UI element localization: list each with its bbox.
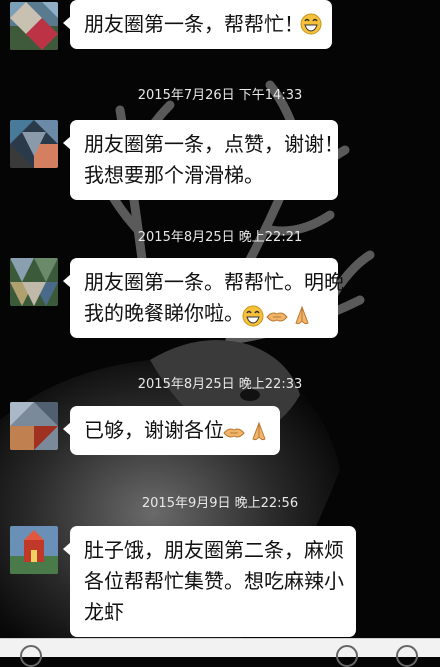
- avatar-image-icon: [10, 120, 58, 168]
- pray-emoji: [252, 421, 266, 441]
- chat-input-bar[interactable]: [0, 638, 440, 667]
- message-text-line: 朋友圈第一条，点赞，谢谢！: [84, 132, 344, 156]
- message-text-line: 肚子饿，朋友圈第二条，麻烦: [84, 538, 344, 562]
- avatar-image-icon: [10, 258, 58, 306]
- message-text-line: 我的晚餐睇你啦。: [84, 301, 244, 325]
- handshake-emoji: [223, 428, 245, 438]
- message-bubble[interactable]: 肚子饿，朋友圈第二条，麻烦 各位帮帮忙集赞。想吃麻辣小 龙虾: [63, 526, 356, 637]
- message-timestamp: 2015年7月26日 下午14:33: [137, 88, 303, 103]
- message-text-line: 我想要那个滑滑梯。: [84, 163, 264, 187]
- avatar-image-icon: [10, 2, 58, 50]
- emoji-picker-icon[interactable]: [336, 645, 358, 667]
- grin-emoji: [300, 13, 322, 35]
- grin-emoji: [242, 305, 264, 327]
- message-timestamp: 2015年9月9日 晚上22:56: [141, 496, 299, 511]
- message-text-line: 朋友圈第一条，帮帮忙！: [84, 12, 304, 36]
- sender-avatar[interactable]: [10, 526, 58, 574]
- message-timestamp: 2015年8月25日 晚上22:21: [137, 230, 303, 245]
- sender-avatar[interactable]: [10, 2, 58, 50]
- avatar-image-icon: [10, 402, 58, 450]
- pray-emoji: [295, 305, 309, 325]
- avatar-image-icon: [10, 526, 58, 574]
- message-text-line: 龙虾: [84, 600, 124, 624]
- message-bubble[interactable]: 朋友圈第一条，帮帮忙！: [63, 0, 332, 49]
- handshake-emoji: [266, 312, 288, 322]
- message-text-line: 各位帮帮忙集赞。想吃麻辣小: [84, 569, 344, 593]
- message-text-line: 朋友圈第一条。帮帮忙。明晚: [84, 270, 344, 294]
- sender-avatar[interactable]: [10, 258, 58, 306]
- sender-avatar[interactable]: [10, 402, 58, 450]
- message-timestamp: 2015年8月25日 晚上22:33: [137, 377, 303, 392]
- sender-avatar[interactable]: [10, 120, 58, 168]
- more-options-icon[interactable]: [396, 645, 418, 667]
- message-bubble[interactable]: 朋友圈第一条，点赞，谢谢！ 我想要那个滑滑梯。: [63, 120, 344, 200]
- voice-toggle-icon[interactable]: [20, 645, 42, 667]
